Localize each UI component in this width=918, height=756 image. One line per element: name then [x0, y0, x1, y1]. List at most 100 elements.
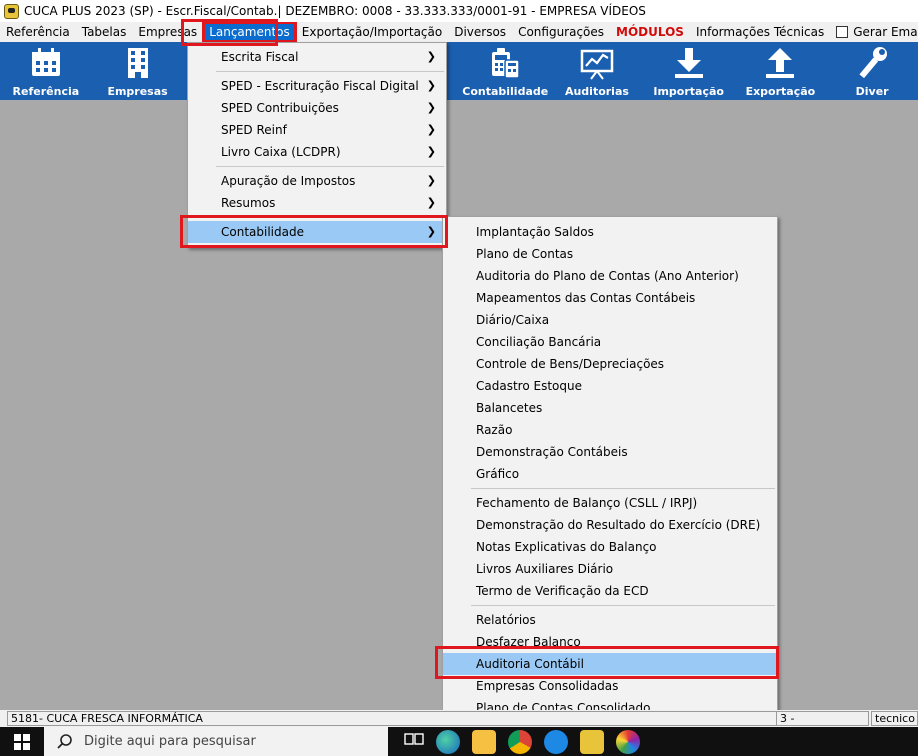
search-placeholder: Digite aqui para pesquisar [84, 734, 256, 749]
toolbar-diver-button[interactable]: Diver [826, 42, 918, 100]
menu-separator [216, 217, 444, 218]
menu-item-label: Contabilidade [221, 225, 304, 239]
lancamentos-item-escrita-fiscal[interactable]: Escrita Fiscal ❯ [188, 46, 446, 68]
gerar-email-checkbox[interactable]: Gerar Email [830, 22, 918, 42]
toolbar-referencia-label: Referência [12, 85, 80, 98]
lancamentos-item-livro-caixa-lcdpr[interactable]: Livro Caixa (LCDPR) ❯ [188, 141, 446, 163]
toolbar-exportacao-label: Exportação [745, 85, 816, 98]
wrench-icon [859, 47, 888, 79]
menu-lancamentos[interactable]: Lançamentos [202, 22, 297, 42]
menu-item-label: SPED Reinf [221, 123, 287, 137]
contabilidade-item-demonstracao-contabeis[interactable]: Demonstração Contábeis [443, 441, 777, 463]
toolbar-exportacao-button[interactable]: Exportação [735, 42, 827, 100]
contabilidade-item-grafico[interactable]: Gráfico [443, 463, 777, 485]
gerar-email-label: Gerar Email [853, 25, 918, 39]
chrome-icon[interactable] [508, 729, 532, 754]
menu-informacoes-tecnicas[interactable]: Informações Técnicas [690, 22, 830, 42]
submenu-arrow-icon: ❯ [426, 225, 436, 238]
menu-referencia[interactable]: Referência [0, 22, 76, 42]
contabilidade-item-termo-de-verificacao-da-ecd[interactable]: Termo de Verificação da ECD [443, 580, 777, 602]
lancamentos-item-sped-contribuicoes[interactable]: SPED Contribuições ❯ [188, 97, 446, 119]
search-icon [57, 733, 72, 749]
submenu-arrow-icon: ❯ [426, 79, 436, 92]
submenu-arrow-icon: ❯ [426, 50, 436, 63]
lancamentos-item-sped-escrituracao-fiscal-digital[interactable]: SPED - Escrituração Fiscal Digital ❯ [188, 75, 446, 97]
submenu-arrow-icon: ❯ [426, 196, 436, 209]
menu-separator [216, 71, 444, 72]
menu-item-label: SPED Contribuições [221, 101, 339, 115]
lancamentos-menu: Escrita Fiscal ❯ SPED - Escrituração Fisca… [187, 42, 447, 248]
contabilidade-submenu: Implantação Saldos Plano de Contas Auditor… [442, 216, 778, 748]
toolbar-empresas-label: Empresas [107, 85, 168, 98]
taskbar-search[interactable]: Digite aqui para pesquisar [44, 727, 388, 756]
contabilidade-item-demonstracao-do-resultado-do-exercicio-dre[interactable]: Demonstração do Resultado do Exercício (… [443, 514, 777, 536]
contabilidade-item-notas-explicativas-do-balanco[interactable]: Notas Explicativas do Balanço [443, 536, 777, 558]
contabilidade-item-plano-de-contas[interactable]: Plano de Contas [443, 243, 777, 265]
lancamentos-item-contabilidade[interactable]: Contabilidade ❯ [188, 221, 446, 243]
lancamentos-item-sped-reinf[interactable]: SPED Reinf ❯ [188, 119, 446, 141]
submenu-arrow-icon: ❯ [426, 145, 436, 158]
contabilidade-item-auditoria-contabil[interactable]: Auditoria Contábil [443, 653, 777, 675]
toolbar-importacao-label: Importação [653, 85, 724, 98]
contabilidade-item-mapeamentos-das-contas-contabeis[interactable]: Mapeamentos das Contas Contábeis [443, 287, 777, 309]
taskbar: Digite aqui para pesquisar [0, 727, 918, 756]
menu-item-label: SPED - Escrituração Fiscal Digital [221, 79, 419, 93]
menu-tabelas[interactable]: Tabelas [76, 22, 133, 42]
status-bar: 5181- CUCA FRESCA INFORMÁTICA 3 - tecnic… [0, 710, 918, 727]
app-logo-icon [4, 3, 19, 19]
lancamentos-item-apuracao-de-impostos[interactable]: Apuração de Impostos ❯ [188, 170, 446, 192]
file-explorer-icon[interactable] [472, 729, 496, 754]
calculator-icon [492, 48, 520, 79]
task-view-icon[interactable] [404, 731, 424, 752]
contabilidade-item-balancetes[interactable]: Balancetes [443, 397, 777, 419]
submenu-arrow-icon: ❯ [426, 123, 436, 136]
menu-separator [471, 605, 775, 606]
contabilidade-item-empresas-consolidadas[interactable]: Empresas Consolidadas [443, 675, 777, 697]
gerar-email-check-box[interactable] [836, 26, 849, 38]
menu-item-label: Resumos [221, 196, 276, 210]
submenu-arrow-icon: ❯ [426, 101, 436, 114]
lancamentos-item-resumos[interactable]: Resumos ❯ [188, 192, 446, 214]
status-user: tecnico [871, 711, 918, 726]
download-arrow-icon [674, 48, 703, 78]
menu-configuracoes[interactable]: Configurações [512, 22, 610, 42]
cuca-app-icon[interactable] [580, 729, 604, 754]
menu-item-label: Apuração de Impostos [221, 174, 356, 188]
contabilidade-item-razao[interactable]: Razão [443, 419, 777, 441]
building-icon [127, 48, 148, 78]
contabilidade-item-desfazer-balanco[interactable]: Desfazer Balanço [443, 631, 777, 653]
toolbar-importacao-button[interactable]: Importação [643, 42, 735, 100]
menu-separator [471, 488, 775, 489]
contabilidade-item-auditoria-do-plano-de-contas-ano-anterior[interactable]: Auditoria do Plano de Contas (Ano Anteri… [443, 265, 777, 287]
contabilidade-item-implantacao-saldos[interactable]: Implantação Saldos [443, 221, 777, 243]
edge-icon[interactable] [436, 729, 460, 754]
menu-empresas[interactable]: Empresas [132, 22, 203, 42]
menu-diversos[interactable]: Diversos [448, 22, 512, 42]
status-company: 5181- CUCA FRESCA INFORMÁTICA [7, 711, 777, 726]
toolbar-auditorias-button[interactable]: Auditorias [551, 42, 643, 100]
submenu-arrow-icon: ❯ [426, 174, 436, 187]
toolbar-contabilidade-button[interactable]: Contabilidade [459, 42, 551, 100]
contabilidade-item-livros-auxiliares-diario[interactable]: Livros Auxiliares Diário [443, 558, 777, 580]
toolbar-referencia-button[interactable]: Referência [0, 42, 92, 100]
upload-arrow-icon [766, 48, 795, 78]
contabilidade-item-relatorios[interactable]: Relatórios [443, 609, 777, 631]
contabilidade-item-conciliacao-bancaria[interactable]: Conciliação Bancária [443, 331, 777, 353]
toolbar-diver-label: Diver [855, 85, 889, 98]
colorful-app-icon[interactable] [616, 729, 640, 754]
contabilidade-item-controle-de-bens-depreciacoes[interactable]: Controle de Bens/Depreciações [443, 353, 777, 375]
contabilidade-item-cadastro-estoque[interactable]: Cadastro Estoque [443, 375, 777, 397]
calendar-icon [31, 48, 60, 76]
toolbar-auditorias-label: Auditorias [564, 85, 629, 98]
menu-separator [216, 166, 444, 167]
toolbar-empresas-button[interactable]: Empresas [92, 42, 184, 100]
menu-exportacao-importacao[interactable]: Exportação/Importação [296, 22, 448, 42]
contabilidade-item-fechamento-de-balanco-csll-irpj[interactable]: Fechamento de Balanço (CSLL / IRPJ) [443, 492, 777, 514]
menu-bar: Referência Tabelas Empresas Lançamentos Expo… [0, 22, 918, 42]
start-button[interactable] [0, 727, 44, 756]
contabilidade-item-diario-caixa[interactable]: Diário/Caixa [443, 309, 777, 331]
app-icon[interactable] [544, 729, 568, 754]
title-bar: CUCA PLUS 2023 (SP) - Escr.Fiscal/Contab… [0, 0, 918, 22]
menu-modulos[interactable]: MÓDULOS [610, 22, 690, 42]
window-title: CUCA PLUS 2023 (SP) - Escr.Fiscal/Contab… [24, 4, 646, 18]
